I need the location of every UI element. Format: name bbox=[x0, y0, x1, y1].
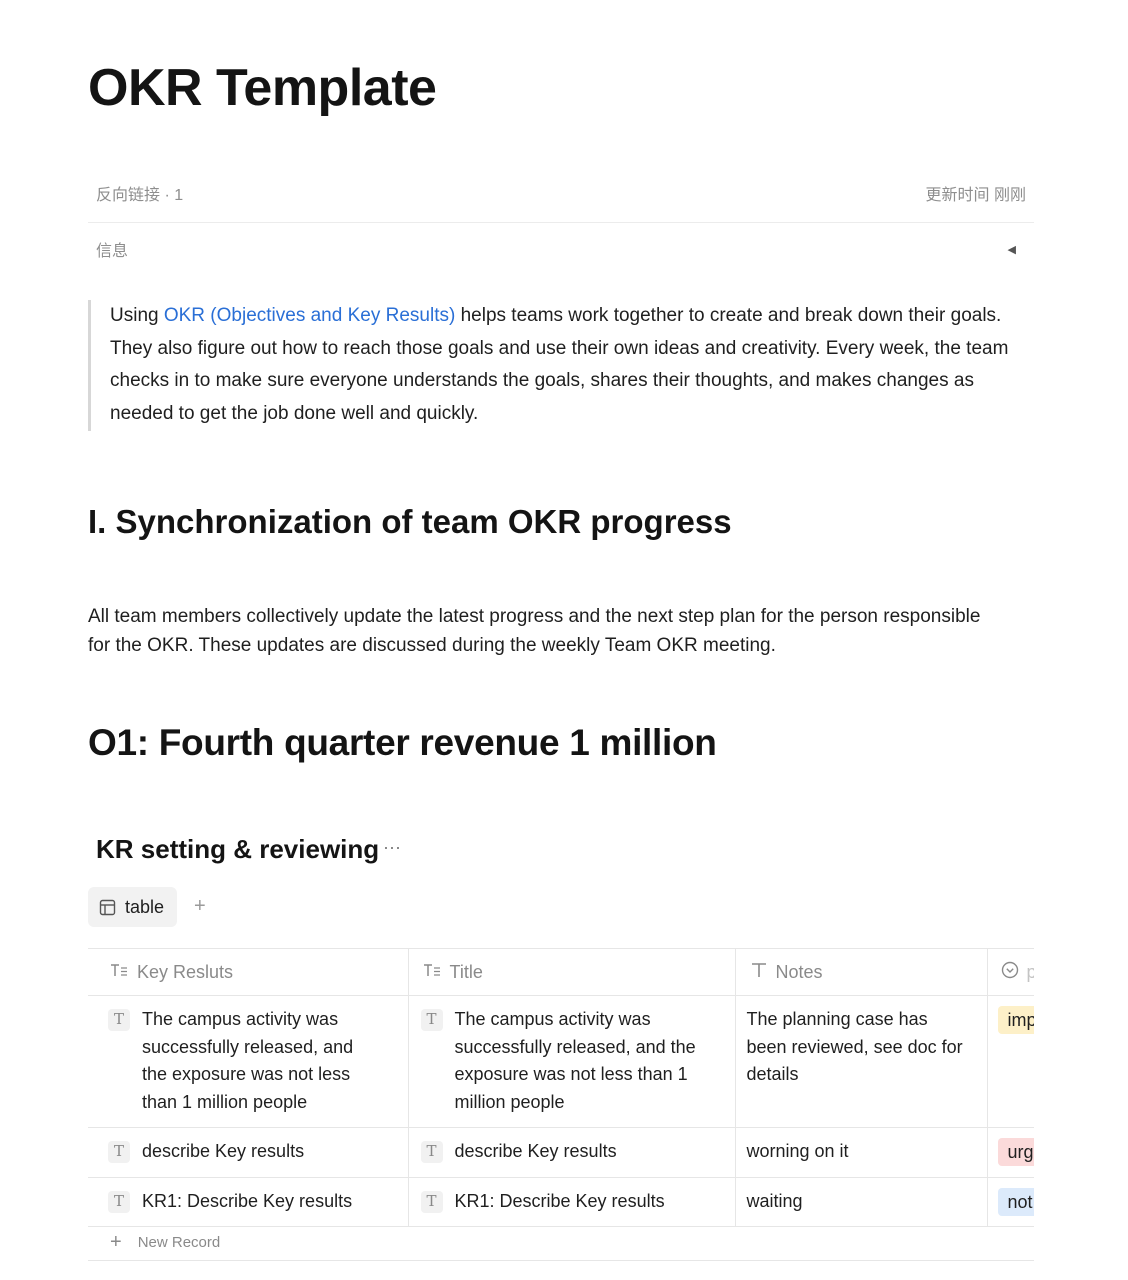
column-header-priority[interactable]: p bbox=[987, 948, 1035, 996]
column-header-label: Notes bbox=[775, 961, 823, 982]
text-type-icon: T bbox=[420, 1141, 443, 1163]
backlinks-count[interactable]: 反向链接 · 1 bbox=[88, 181, 183, 205]
priority-cell[interactable]: not bbox=[987, 1177, 1034, 1228]
key-result-cell[interactable]: T The campus activity was successfully re… bbox=[88, 995, 409, 1128]
title-cell[interactable]: T KR1: Describe Key results bbox=[408, 1177, 736, 1228]
table-row[interactable]: T The campus activity was successfully re… bbox=[88, 995, 1034, 1128]
text-field-icon bbox=[109, 962, 129, 983]
objective-heading[interactable]: O1: Fourth quarter revenue 1 million bbox=[88, 722, 717, 764]
collapse-arrow-icon[interactable]: ◀ bbox=[1008, 243, 1034, 256]
table-row[interactable]: Tdescribe Key results Tdescribe Key resu… bbox=[88, 1127, 1034, 1178]
text-type-icon: T bbox=[108, 1141, 130, 1163]
column-header-label: Key Resluts bbox=[137, 961, 234, 982]
column-header-notes[interactable]: Notes bbox=[735, 948, 988, 996]
cell-text: The campus activity was successfully rel… bbox=[454, 1009, 696, 1113]
cell-text: describe Key results bbox=[454, 1141, 617, 1161]
notes-cell[interactable]: worning on it bbox=[735, 1127, 988, 1178]
view-tab-table[interactable]: table bbox=[88, 887, 177, 927]
notes-cell[interactable]: waiting bbox=[735, 1177, 988, 1228]
column-header-label: p bbox=[1026, 961, 1035, 982]
text-field-icon bbox=[422, 962, 442, 983]
plus-icon[interactable]: + bbox=[110, 1231, 122, 1254]
database-title[interactable]: KR setting & reviewing bbox=[96, 834, 379, 865]
column-header-label: Title bbox=[449, 961, 483, 982]
section-heading-sync[interactable]: I. Synchronization of team OKR progress bbox=[88, 503, 732, 541]
text-type-icon: T bbox=[420, 1190, 443, 1213]
info-panel-header[interactable]: 信息 ◀ bbox=[88, 224, 1034, 274]
text-type-icon: T bbox=[420, 1009, 443, 1031]
cell-text: KR1: Describe Key results bbox=[454, 1190, 665, 1211]
table-row[interactable]: T KR1: Describe Key results T KR1: Describ… bbox=[88, 1177, 1034, 1228]
column-header-key-results[interactable]: Key Resluts bbox=[88, 948, 409, 996]
section-paragraph[interactable]: All team members collectively update the… bbox=[88, 602, 988, 660]
add-view-button[interactable]: + bbox=[194, 895, 206, 918]
text-type-icon bbox=[750, 961, 768, 984]
view-tab-label: table bbox=[125, 896, 165, 917]
title-cell[interactable]: T The campus activity was successfully re… bbox=[408, 995, 736, 1128]
okr-table: Key Resluts Title Notes p T The campus a… bbox=[88, 948, 1034, 1261]
key-result-cell[interactable]: Tdescribe Key results bbox=[88, 1127, 409, 1178]
priority-cell[interactable]: imp bbox=[987, 995, 1034, 1128]
cell-text: The planning case has been reviewed, see… bbox=[746, 1009, 963, 1085]
updated-time: 更新时间 刚刚 bbox=[925, 187, 1026, 204]
info-label: 信息 bbox=[96, 243, 129, 260]
cell-text: The campus activity was successfully rel… bbox=[142, 1009, 354, 1113]
notes-cell[interactable]: The planning case has been reviewed, see… bbox=[735, 995, 988, 1128]
priority-tag: imp bbox=[997, 1006, 1034, 1034]
priority-tag: urg bbox=[997, 1138, 1034, 1166]
text-type-icon: T bbox=[108, 1009, 130, 1031]
title-cell[interactable]: Tdescribe Key results bbox=[408, 1127, 736, 1178]
priority-tag: not bbox=[997, 1187, 1034, 1216]
text-type-icon: T bbox=[108, 1190, 130, 1213]
intro-text-start: Using bbox=[110, 305, 164, 326]
cell-text: waiting bbox=[746, 1190, 803, 1211]
table-view-icon bbox=[99, 899, 116, 915]
key-result-cell[interactable]: T KR1: Describe Key results bbox=[88, 1177, 409, 1228]
column-header-title[interactable]: Title bbox=[408, 948, 736, 996]
more-options-icon[interactable]: ··· bbox=[383, 837, 401, 858]
okr-link[interactable]: OKR (Objectives and Key Results) bbox=[164, 305, 455, 326]
intro-quote[interactable]: Using OKR (Objectives and Key Results) h… bbox=[88, 300, 1030, 431]
priority-cell[interactable]: urg bbox=[987, 1127, 1034, 1178]
page-title[interactable]: OKR Template bbox=[88, 58, 437, 118]
page-meta-bar: 反向链接 · 1 更新时间 刚刚 bbox=[88, 164, 1034, 223]
cell-text: describe Key results bbox=[142, 1141, 305, 1161]
select-field-icon bbox=[1001, 961, 1019, 984]
cell-text: worning on it bbox=[746, 1141, 849, 1161]
cell-text: KR1: Describe Key results bbox=[142, 1190, 353, 1211]
new-record-label: New Record bbox=[137, 1234, 221, 1251]
new-record-row[interactable]: + New Record bbox=[88, 1225, 1034, 1261]
